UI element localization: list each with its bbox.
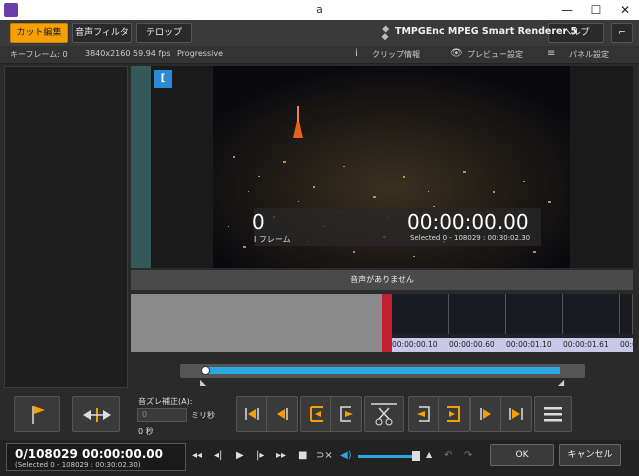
resolution-label: 3840x2160 59.94 fps <box>85 49 171 58</box>
thumbnail <box>563 294 620 334</box>
scan-label: Progressive <box>177 49 224 58</box>
corner-icon[interactable]: ⌐ <box>611 23 633 43</box>
next-frame-icon <box>480 408 491 420</box>
clip-info-button[interactable]: クリップ情報 <box>372 49 420 60</box>
scissors-icon <box>371 403 397 426</box>
ok-button[interactable]: OK <box>490 444 554 466</box>
thumbnail <box>506 294 563 334</box>
hamburger-icon <box>544 407 562 422</box>
brand-title: TMPGEnc MPEG Smart Renderer 5 <box>395 26 578 37</box>
position-readout: 0/108029 00:00:00.00 <box>15 447 163 461</box>
frame-number: 0 <box>252 210 265 234</box>
cancel-button[interactable]: キャンセル <box>559 444 621 466</box>
panel-settings-button[interactable]: パネル設定 <box>569 49 609 60</box>
cut-start-marker[interactable]: [ <box>154 70 172 88</box>
thumb-time: 00:00:00.10 <box>392 340 438 349</box>
step-back-icon[interactable]: ◂| <box>214 450 222 461</box>
keyframe-label: キーフレーム: 0 <box>10 50 68 59</box>
slider-knob[interactable] <box>201 366 210 375</box>
range-end-handle[interactable]: ◢ <box>558 378 564 387</box>
panel-icon: ≡ <box>547 48 556 59</box>
next-frame-button[interactable] <box>470 396 502 432</box>
eject-icon[interactable]: ▲ <box>426 450 432 459</box>
go-end-icon <box>447 406 460 422</box>
prev-frame-icon <box>277 408 288 420</box>
go-start-button[interactable] <box>300 396 332 432</box>
set-end-button[interactable] <box>408 396 440 432</box>
set-end-icon <box>417 406 430 422</box>
no-audio-bar: 音声がありません <box>131 270 633 290</box>
skip-forward-icon[interactable]: ▸▸ <box>276 450 286 461</box>
left-panel <box>4 66 128 388</box>
thumb-time: 00:00:01.10 <box>506 340 552 349</box>
fit-range-button[interactable] <box>72 396 120 432</box>
preview-side-strip <box>131 66 151 268</box>
status-box: 0/108029 00:00:00.00 (Selected 0 - 10802… <box>6 443 186 471</box>
title-bar: a — ☐ ✕ <box>0 0 639 20</box>
volume-knob[interactable] <box>412 451 420 461</box>
maximize-button[interactable]: ☐ <box>582 0 610 20</box>
selected-range: Selected 0 - 108029 : 00:30:02.30 <box>410 234 531 242</box>
prev-frame-button[interactable] <box>266 396 298 432</box>
frame-type: I フレーム <box>254 235 291 244</box>
next-keyframe-icon <box>509 408 523 420</box>
range-start-handle[interactable]: ◣ <box>200 378 206 387</box>
menu-button[interactable] <box>534 396 572 432</box>
brand-logo-icon <box>381 25 390 41</box>
offset-input[interactable]: 0 <box>137 408 187 422</box>
play-icon[interactable]: ▶ <box>236 450 244 461</box>
prev-keyframe-button[interactable] <box>236 396 268 432</box>
go-start-icon <box>310 406 323 422</box>
fit-range-icon <box>83 408 111 422</box>
prev-keyframe-icon <box>245 408 259 420</box>
thumbnail <box>620 294 633 334</box>
go-end-button[interactable] <box>438 396 470 432</box>
info-bar: キーフレーム: 0 3840x2160 59.94 fps Progressiv… <box>0 46 639 64</box>
eye-icon: 👁 <box>450 48 463 59</box>
timecode: 00:00:00.00 <box>407 210 529 234</box>
skip-back-icon[interactable]: ◂◂ <box>192 450 202 461</box>
undo-icon[interactable]: ↶ <box>444 450 452 461</box>
flag-button[interactable] <box>14 396 60 432</box>
close-button[interactable]: ✕ <box>611 0 639 20</box>
step-forward-icon[interactable]: |▸ <box>256 450 264 461</box>
frame-info-overlay: 0 I フレーム 00:00:00.00 Selected 0 - 108029… <box>252 208 541 246</box>
set-start-icon <box>340 406 353 422</box>
thumb-time: 00:00 <box>620 340 633 349</box>
flag-icon <box>32 406 45 424</box>
preview-settings-button[interactable]: プレビュー設定 <box>467 49 523 60</box>
slider-selection <box>205 367 560 374</box>
next-keyframe-button[interactable] <box>500 396 532 432</box>
timeline-cursor[interactable] <box>382 294 392 352</box>
thumbnail <box>449 294 506 334</box>
thumb-time: 00:00:01.61 <box>563 340 609 349</box>
offset-unit: ミリ秒 <box>191 411 215 420</box>
timeline-empty-area <box>131 294 382 352</box>
info-icon: ⅰ <box>355 48 358 59</box>
set-start-button[interactable] <box>330 396 362 432</box>
thumb-time: 00:00:00.60 <box>449 340 495 349</box>
window-title: a <box>316 3 323 16</box>
volume-slider[interactable] <box>358 455 418 458</box>
tab-telop[interactable]: テロップ <box>136 23 192 43</box>
repeat-icon[interactable]: ⊃× <box>316 450 333 461</box>
cut-button[interactable] <box>364 396 404 432</box>
thumbnail <box>392 294 449 334</box>
offset-display: 0 秒 <box>138 427 154 436</box>
offset-label: 音ズレ補正(A): <box>138 397 193 406</box>
redo-icon[interactable]: ↷ <box>464 450 472 461</box>
stop-icon[interactable]: ■ <box>298 450 307 461</box>
minimize-button[interactable]: — <box>553 0 581 20</box>
selected-readout: (Selected 0 - 108029 : 00:30:02.30) <box>15 461 141 469</box>
volume-icon[interactable]: ◀) <box>340 450 352 461</box>
tab-cut-edit[interactable]: カット編集 <box>10 23 68 43</box>
tab-audio-filter[interactable]: 音声フィルター <box>72 23 132 56</box>
